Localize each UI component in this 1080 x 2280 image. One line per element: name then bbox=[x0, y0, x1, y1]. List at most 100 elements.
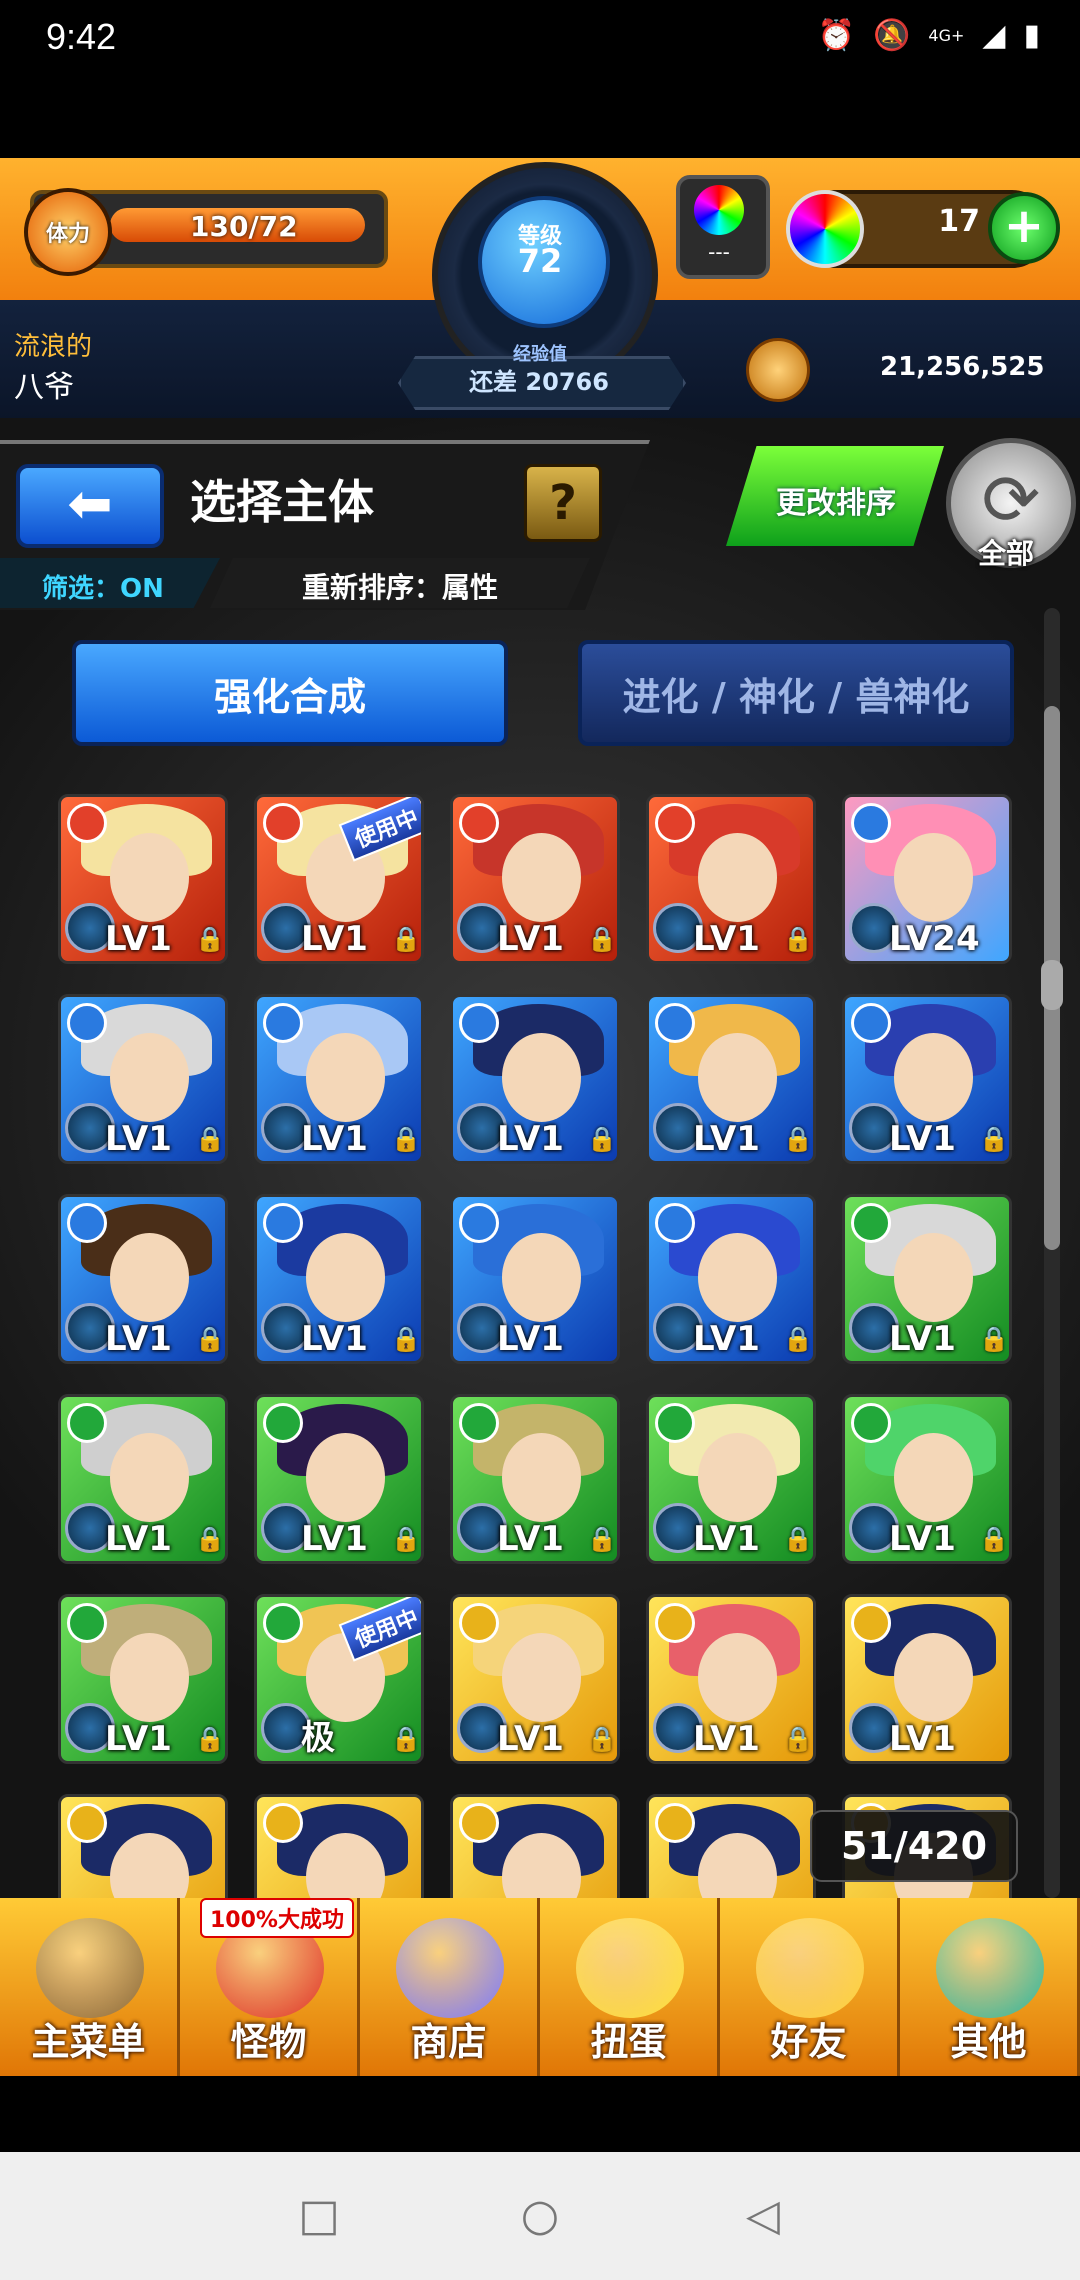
element-icon bbox=[67, 1203, 107, 1243]
other-icon bbox=[936, 1918, 1044, 2018]
tab-evolution[interactable]: 进化 / 神化 / 兽神化 bbox=[578, 640, 1014, 746]
monster-card[interactable]: LV1 🔒 bbox=[58, 1394, 228, 1564]
monster-level: 极 bbox=[301, 1718, 335, 1758]
monster-level: LV1 bbox=[301, 1119, 368, 1159]
user-name: 八爷 bbox=[14, 370, 74, 405]
lock-icon: 🔒 bbox=[391, 1525, 421, 1553]
back-nav-button[interactable]: ◁ bbox=[742, 2194, 784, 2238]
element-icon bbox=[67, 803, 107, 843]
lock-icon: 🔒 bbox=[195, 925, 225, 953]
monster-card[interactable]: 极 🔒 使用中 bbox=[254, 1594, 424, 1764]
element-icon bbox=[459, 803, 499, 843]
monster-card[interactable]: LV1 🔒 bbox=[58, 994, 228, 1164]
gacha-icon bbox=[576, 1918, 684, 2018]
monster-level: LV1 bbox=[105, 1119, 172, 1159]
network-label: 4G+ bbox=[928, 26, 965, 45]
monster-card[interactable]: LV1 🔒 bbox=[646, 1594, 816, 1764]
monster-card[interactable]: LV1 🔒 bbox=[450, 994, 620, 1164]
user-title: 流浪的 bbox=[14, 332, 93, 362]
element-icon bbox=[851, 1003, 891, 1043]
shop-icon bbox=[396, 1918, 504, 2018]
monster-face bbox=[502, 1033, 581, 1122]
element-icon bbox=[459, 1603, 499, 1643]
lock-icon: 🔒 bbox=[195, 1525, 225, 1553]
rainbow-orb-icon bbox=[786, 190, 864, 268]
monster-card[interactable]: LV1 🔒 bbox=[646, 1394, 816, 1564]
lock-icon: 🔒 bbox=[391, 1125, 421, 1153]
recents-button[interactable]: □ bbox=[298, 2194, 340, 2238]
monster-level: LV1 bbox=[497, 1719, 564, 1759]
monster-face bbox=[110, 1433, 189, 1522]
element-icon bbox=[263, 1403, 303, 1443]
scrollbar-grip[interactable] bbox=[1041, 960, 1063, 1010]
monster-face bbox=[698, 1433, 777, 1522]
lock-icon: 🔒 bbox=[195, 1725, 225, 1753]
monster-face bbox=[894, 833, 973, 922]
nav-gacha[interactable]: 扭蛋 bbox=[540, 1898, 720, 2076]
exp-remaining: 还差 20766 bbox=[469, 368, 609, 396]
lock-icon: 🔒 bbox=[587, 925, 617, 953]
monster-card[interactable]: LV1 🔒 bbox=[58, 1594, 228, 1764]
orb-slot-text: --- bbox=[708, 240, 730, 264]
nav-other[interactable]: 其他 bbox=[900, 1898, 1080, 2076]
level-value: 72 bbox=[517, 242, 563, 280]
element-icon bbox=[655, 1203, 695, 1243]
monster-card[interactable]: LV1 🔒 bbox=[842, 994, 1012, 1164]
monster-level: LV1 bbox=[693, 1319, 760, 1359]
add-gem-button[interactable]: + bbox=[988, 192, 1060, 264]
refresh-icon: ⟳ bbox=[981, 459, 1041, 541]
lock-icon: 🔒 bbox=[979, 1525, 1009, 1553]
monster-card[interactable]: LV1 bbox=[842, 1594, 1012, 1764]
help-button[interactable]: ? bbox=[524, 464, 602, 542]
coin-count: 21,256,525 bbox=[880, 352, 1045, 382]
monster-level: LV1 bbox=[105, 919, 172, 959]
monster-card[interactable]: LV1 🔒 bbox=[842, 1194, 1012, 1364]
nav-friends[interactable]: 好友 bbox=[720, 1898, 900, 2076]
monster-card[interactable]: LV1 🔒 bbox=[646, 994, 816, 1164]
page-title: 选择主体 bbox=[190, 475, 374, 529]
monster-card[interactable]: LV1 🔒 bbox=[254, 1194, 424, 1364]
monster-card[interactable]: LV1 🔒 使用中 bbox=[254, 794, 424, 964]
monster-card[interactable]: LV24 bbox=[842, 794, 1012, 964]
nav-shop[interactable]: 商店 bbox=[360, 1898, 540, 2076]
monster-card[interactable]: LV1 🔒 bbox=[254, 994, 424, 1164]
monster-card[interactable]: LV1 🔒 bbox=[58, 794, 228, 964]
monster-card[interactable]: LV1 🔒 bbox=[842, 1394, 1012, 1564]
monster-level: LV24 bbox=[889, 919, 980, 959]
monster-face bbox=[698, 1233, 777, 1322]
monster-level: LV1 bbox=[105, 1319, 172, 1359]
nav-monsters[interactable]: 怪物 100%大成功 bbox=[180, 1898, 360, 2076]
monster-face bbox=[698, 833, 777, 922]
stamina-icon: 体力 bbox=[24, 188, 112, 276]
monster-card[interactable]: LV1 bbox=[450, 1194, 620, 1364]
element-icon bbox=[67, 1603, 107, 1643]
home-button[interactable]: ○ bbox=[519, 2194, 561, 2238]
monster-card[interactable]: LV1 🔒 bbox=[450, 1394, 620, 1564]
tab-enhance-fusion[interactable]: 强化合成 bbox=[72, 640, 508, 746]
monster-level: LV1 bbox=[301, 1519, 368, 1559]
monster-card[interactable]: LV1 🔒 bbox=[646, 794, 816, 964]
lock-icon: 🔒 bbox=[783, 1725, 813, 1753]
monster-card[interactable]: LV1 🔒 bbox=[450, 1594, 620, 1764]
monster-level: LV1 bbox=[693, 1119, 760, 1159]
monster-card[interactable]: LV1 🔒 bbox=[646, 1194, 816, 1364]
monster-card[interactable]: LV1 🔒 bbox=[254, 1394, 424, 1564]
monster-level: LV1 bbox=[497, 919, 564, 959]
lock-icon: 🔒 bbox=[195, 1325, 225, 1353]
element-icon bbox=[67, 1003, 107, 1043]
monster-face bbox=[306, 1033, 385, 1122]
nav-main-menu[interactable]: 主菜单 bbox=[0, 1898, 180, 2076]
monster-face bbox=[894, 1633, 973, 1722]
element-icon bbox=[263, 1603, 303, 1643]
main-menu-icon bbox=[36, 1918, 144, 2018]
monster-level: LV1 bbox=[693, 1719, 760, 1759]
back-button[interactable]: ⬅ bbox=[16, 464, 164, 548]
monster-level: LV1 bbox=[889, 1519, 956, 1559]
monster-level: LV1 bbox=[889, 1119, 956, 1159]
nav-badge: 100%大成功 bbox=[200, 1898, 354, 1938]
friends-icon bbox=[756, 1918, 864, 2018]
monster-card[interactable]: LV1 🔒 bbox=[450, 794, 620, 964]
monster-card[interactable]: LV1 🔒 bbox=[58, 1194, 228, 1364]
monster-face bbox=[894, 1233, 973, 1322]
element-icon bbox=[263, 803, 303, 843]
